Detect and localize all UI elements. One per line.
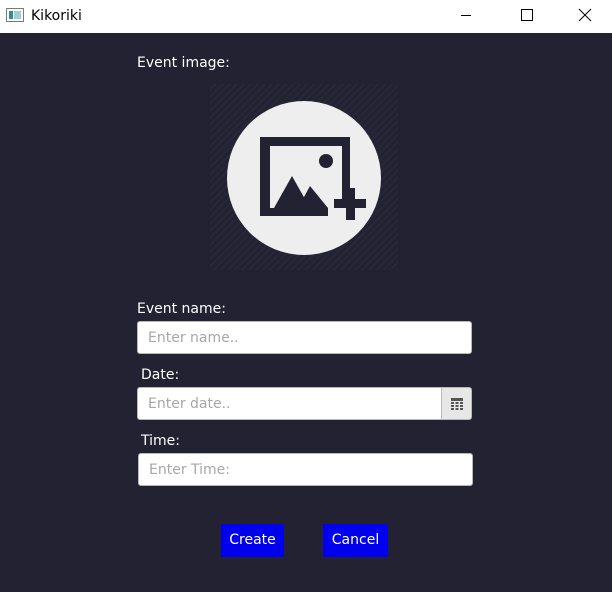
calendar-icon [451,398,463,410]
add-image-icon [227,101,381,255]
time-input[interactable] [138,453,473,486]
event-image-label: Event image: [137,55,230,71]
app-window: Kikoriki Event image: Event name: Enter … [0,0,612,592]
minimize-icon [461,15,471,16]
date-label: Date: [141,367,180,383]
title-bar[interactable]: Kikoriki [0,0,612,33]
app-icon [6,8,24,22]
date-input[interactable] [137,387,442,420]
maximize-button[interactable] [503,0,549,31]
date-picker-button[interactable] [441,387,472,420]
create-button[interactable]: Create [221,524,284,557]
cancel-button[interactable]: Cancel [323,524,388,557]
event-image-picker[interactable] [210,84,398,270]
event-name-label: Event name: [137,301,226,317]
minimize-button[interactable] [433,0,479,31]
close-button[interactable] [561,0,607,31]
time-label: Time: [141,433,180,449]
close-icon [578,8,592,22]
window-title: Kikoriki [31,8,82,24]
maximize-icon [521,9,533,21]
event-name-input[interactable] [137,321,472,354]
